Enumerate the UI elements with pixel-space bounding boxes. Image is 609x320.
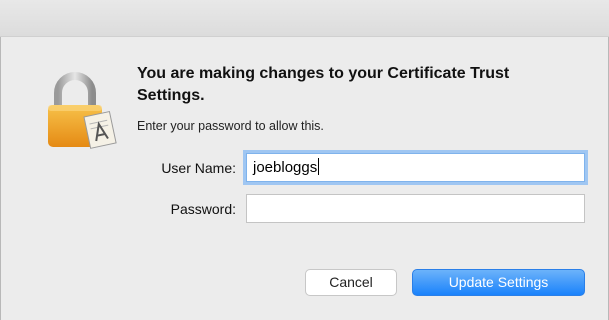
lock-icon — [40, 65, 130, 155]
dialog-heading: You are making changes to your Certifica… — [137, 65, 510, 104]
username-value: joebloggs — [253, 159, 318, 176]
username-field[interactable]: joebloggs — [246, 153, 585, 182]
username-label: User Name: — [161, 160, 236, 176]
window-titlebar[interactable] — [0, 0, 609, 37]
cancel-button[interactable]: Cancel — [305, 269, 397, 296]
window-edge — [0, 37, 1, 320]
password-field[interactable] — [246, 194, 585, 223]
dialog-subtext: Enter your password to allow this. — [137, 119, 324, 133]
update-settings-button[interactable]: Update Settings — [412, 269, 585, 296]
password-label: Password: — [170, 201, 236, 217]
text-caret — [318, 158, 320, 175]
